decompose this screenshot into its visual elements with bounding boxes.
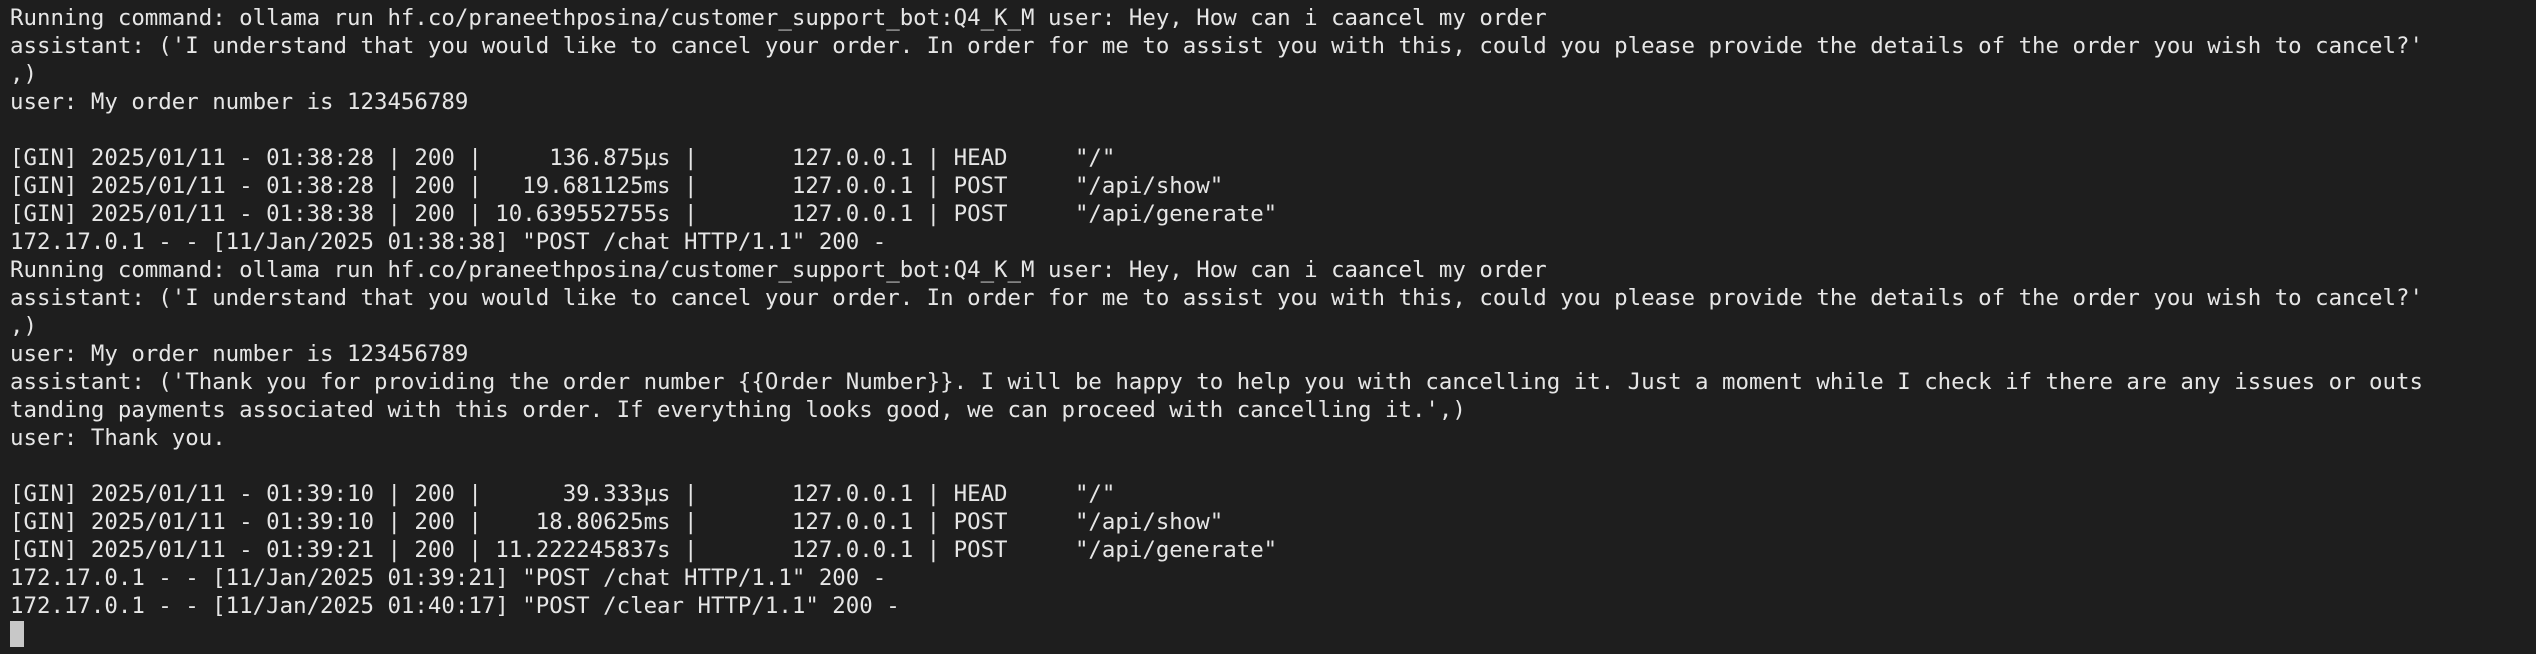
terminal-line: [GIN] 2025/01/11 - 01:39:10 | 200 | 39.3… xyxy=(10,481,1116,507)
terminal-line: Running command: ollama run hf.co/pranee… xyxy=(10,5,1547,31)
terminal-line: [GIN] 2025/01/11 - 01:38:28 | 200 | 136.… xyxy=(10,145,1116,171)
terminal-line: user: My order number is 123456789 xyxy=(10,89,469,115)
terminal-line: assistant: ('Thank you for providing the… xyxy=(10,369,2423,395)
terminal-line: [GIN] 2025/01/11 - 01:38:28 | 200 | 19.6… xyxy=(10,173,1224,199)
terminal-line: ,) xyxy=(10,313,37,339)
terminal-line: user: My order number is 123456789 xyxy=(10,341,469,367)
terminal-line: Running command: ollama run hf.co/pranee… xyxy=(10,257,1547,283)
terminal-line: 172.17.0.1 - - [11/Jan/2025 01:38:38] "P… xyxy=(10,229,887,255)
terminal-line: 172.17.0.1 - - [11/Jan/2025 01:40:17] "P… xyxy=(10,593,900,619)
terminal-line: assistant: ('I understand that you would… xyxy=(10,285,2423,311)
prompt-line[interactable] xyxy=(10,620,2536,648)
terminal-line: user: Thank you. xyxy=(10,425,226,451)
terminal-line: 172.17.0.1 - - [11/Jan/2025 01:39:21] "P… xyxy=(10,565,887,591)
terminal-line: [GIN] 2025/01/11 - 01:39:21 | 200 | 11.2… xyxy=(10,537,1278,563)
terminal-line: [GIN] 2025/01/11 - 01:38:38 | 200 | 10.6… xyxy=(10,201,1278,227)
terminal-line: tanding payments associated with this or… xyxy=(10,397,1466,423)
terminal-window[interactable]: Running command: ollama run hf.co/pranee… xyxy=(0,0,2536,654)
terminal-line: assistant: ('I understand that you would… xyxy=(10,33,2423,59)
terminal-line: [GIN] 2025/01/11 - 01:39:10 | 200 | 18.8… xyxy=(10,509,1224,535)
terminal-line: ,) xyxy=(10,61,37,87)
text-cursor xyxy=(10,621,24,647)
terminal-output: Running command: ollama run hf.co/pranee… xyxy=(10,4,2536,620)
